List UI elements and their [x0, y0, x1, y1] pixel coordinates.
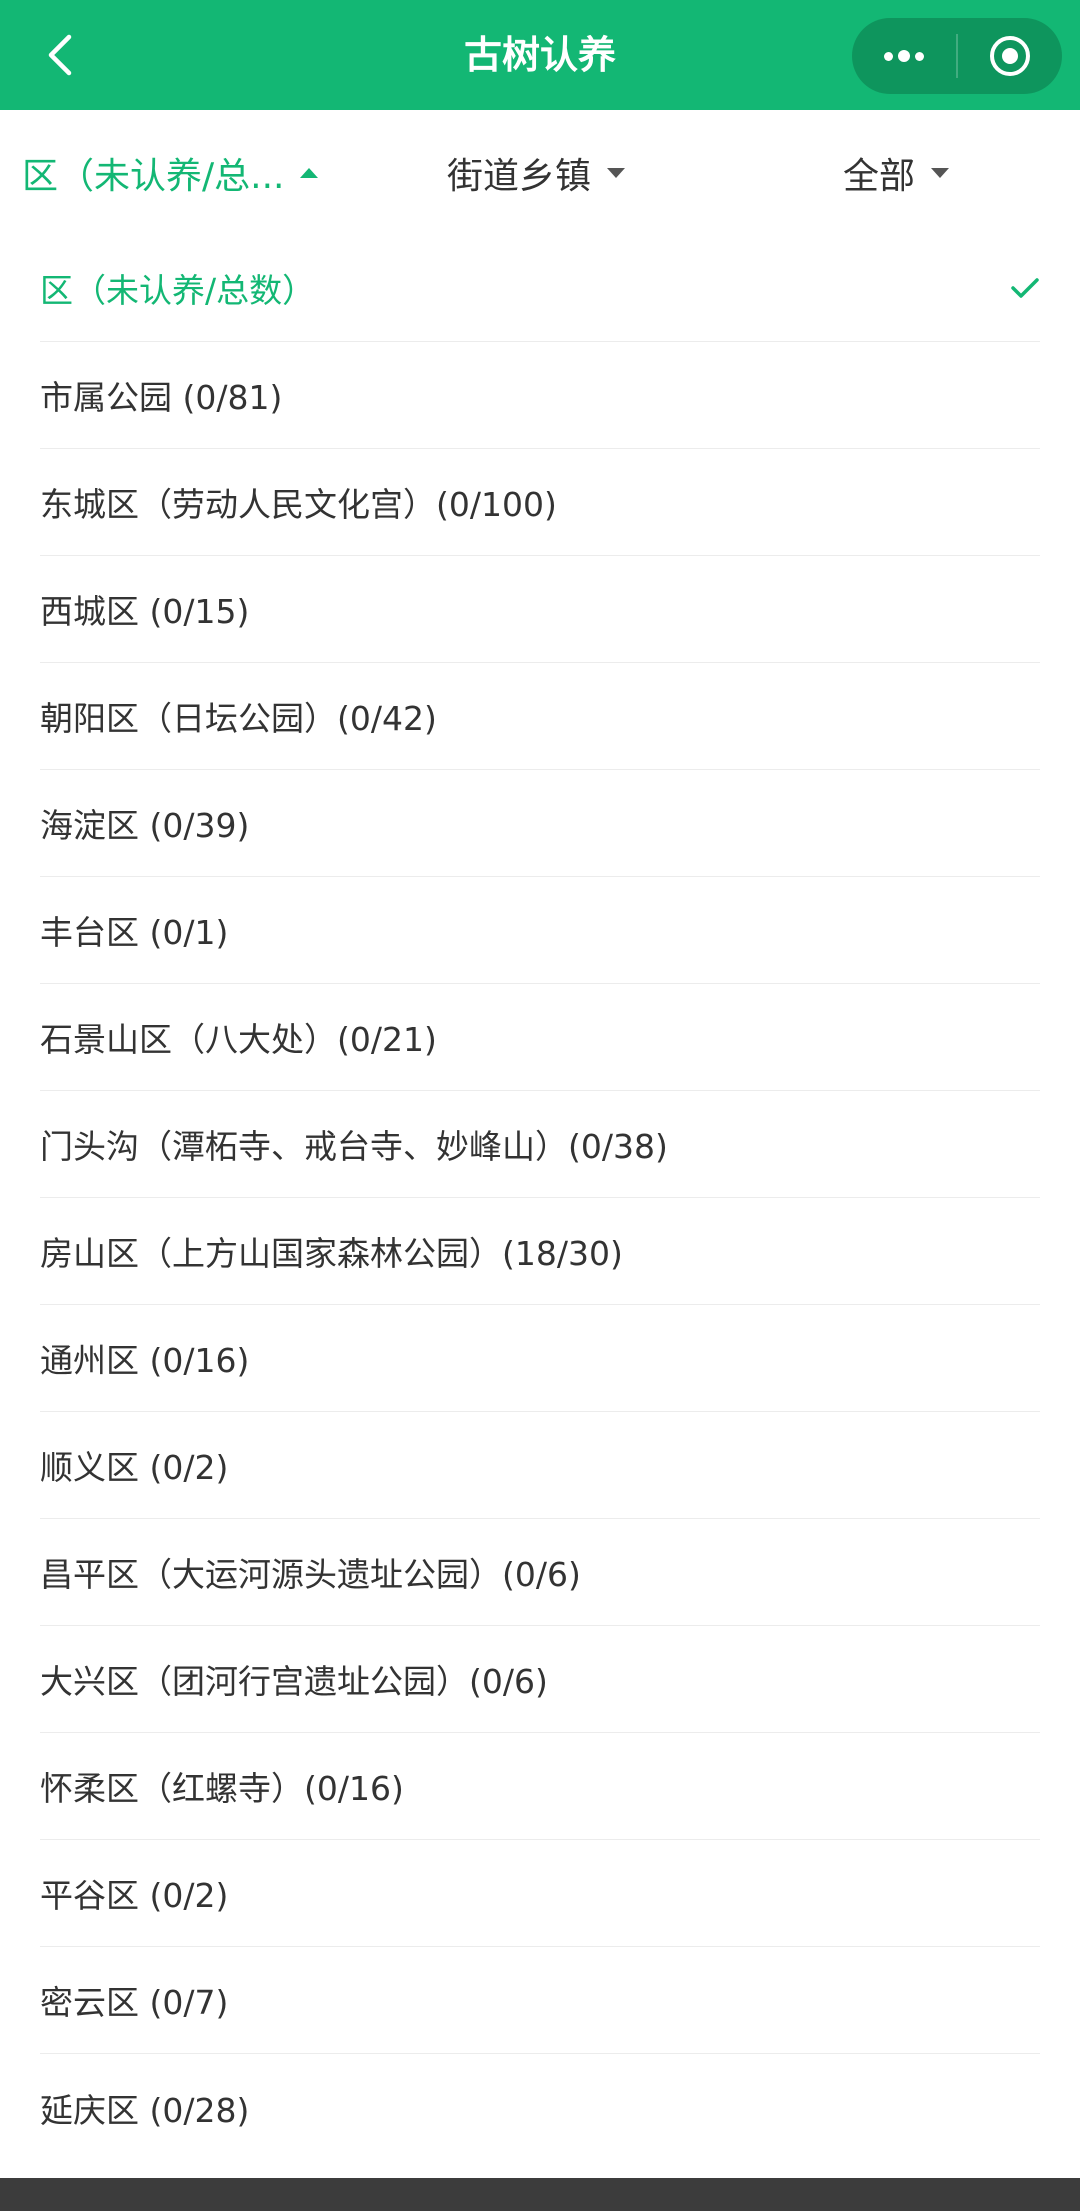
list-item[interactable]: 门头沟（潭柘寺、戒台寺、妙峰山）(0/38) [40, 1091, 1040, 1198]
list-item-label: 通州区 (0/16) [40, 1341, 250, 1380]
list-item-label: 密云区 (0/7) [40, 1983, 229, 2022]
filter-street-town[interactable]: 街道乡镇 [447, 110, 626, 235]
more-dots-icon [884, 50, 924, 62]
list-item[interactable]: 区（未认养/总数） [40, 235, 1040, 342]
district-dropdown-list: 区（未认养/总数） 市属公园 (0/81) 东城区（劳动人民文化宫）(0/100… [40, 235, 1040, 2161]
close-button[interactable] [958, 18, 1062, 94]
list-item-label: 怀柔区（红螺寺）(0/16) [40, 1769, 404, 1808]
list-item-label: 平谷区 (0/2) [40, 1876, 229, 1915]
list-item[interactable]: 延庆区 (0/28) [40, 2054, 1040, 2161]
checkmark-icon [1011, 278, 1039, 298]
list-item-label: 市属公园 (0/81) [40, 378, 283, 417]
filter-district-label: 区（未认养/总... [22, 155, 285, 197]
bottom-overlay-bar [0, 2178, 1080, 2211]
back-button[interactable] [30, 25, 90, 85]
list-item[interactable]: 东城区（劳动人民文化宫）(0/100) [40, 449, 1040, 556]
list-item[interactable]: 平谷区 (0/2) [40, 1840, 1040, 1947]
list-item[interactable]: 昌平区（大运河源头遗址公园）(0/6) [40, 1519, 1040, 1626]
list-item[interactable]: 怀柔区（红螺寺）(0/16) [40, 1733, 1040, 1840]
list-item[interactable]: 朝阳区（日坛公园）(0/42) [40, 663, 1040, 770]
list-item-label: 房山区（上方山国家森林公园）(18/30) [40, 1234, 623, 1273]
filter-all[interactable]: 全部 [843, 110, 950, 235]
filter-street-town-label: 街道乡镇 [447, 155, 592, 197]
filter-bar: 区（未认养/总... 街道乡镇 全部 [0, 110, 1080, 235]
list-item[interactable]: 大兴区（团河行宫遗址公园）(0/6) [40, 1626, 1040, 1733]
list-item[interactable]: 房山区（上方山国家森林公园）(18/30) [40, 1198, 1040, 1305]
list-item-label: 西城区 (0/15) [40, 592, 250, 631]
list-item-label: 区（未认养/总数） [40, 271, 316, 310]
list-item[interactable]: 通州区 (0/16) [40, 1305, 1040, 1412]
list-item-label: 大兴区（团河行宫遗址公园）(0/6) [40, 1662, 548, 1701]
list-item[interactable]: 市属公园 (0/81) [40, 342, 1040, 449]
caret-up-icon [300, 167, 319, 178]
list-item-label: 东城区（劳动人民文化宫）(0/100) [40, 485, 557, 524]
header-bar: 古树认养 [0, 0, 1080, 110]
list-item-label: 海淀区 (0/39) [40, 806, 250, 845]
list-item-label: 石景山区（八大处）(0/21) [40, 1020, 437, 1059]
caret-down-icon [607, 167, 626, 178]
list-item-label: 延庆区 (0/28) [40, 2090, 250, 2130]
list-item[interactable]: 顺义区 (0/2) [40, 1412, 1040, 1519]
more-button[interactable] [852, 18, 956, 94]
list-item[interactable]: 密云区 (0/7) [40, 1947, 1040, 2054]
list-item-label: 昌平区（大运河源头遗址公园）(0/6) [40, 1555, 581, 1594]
chevron-left-icon [48, 34, 72, 76]
list-item-label: 门头沟（潭柘寺、戒台寺、妙峰山）(0/38) [40, 1127, 668, 1166]
target-close-icon [990, 36, 1030, 76]
mini-program-capsule [852, 18, 1062, 94]
filter-all-label: 全部 [843, 155, 916, 197]
filter-district[interactable]: 区（未认养/总... [22, 110, 319, 235]
page: 古树认养 区（未认养/总... 街道乡镇 全部 区（未认养/总数） 市属公园 (… [0, 0, 1080, 2211]
list-item-label: 顺义区 (0/2) [40, 1448, 229, 1487]
list-item[interactable]: 海淀区 (0/39) [40, 770, 1040, 877]
list-item-label: 朝阳区（日坛公园）(0/42) [40, 699, 437, 738]
caret-down-icon [931, 167, 950, 178]
list-item[interactable]: 西城区 (0/15) [40, 556, 1040, 663]
list-item-label: 丰台区 (0/1) [40, 913, 229, 952]
list-item[interactable]: 丰台区 (0/1) [40, 877, 1040, 984]
list-item[interactable]: 石景山区（八大处）(0/21) [40, 984, 1040, 1091]
